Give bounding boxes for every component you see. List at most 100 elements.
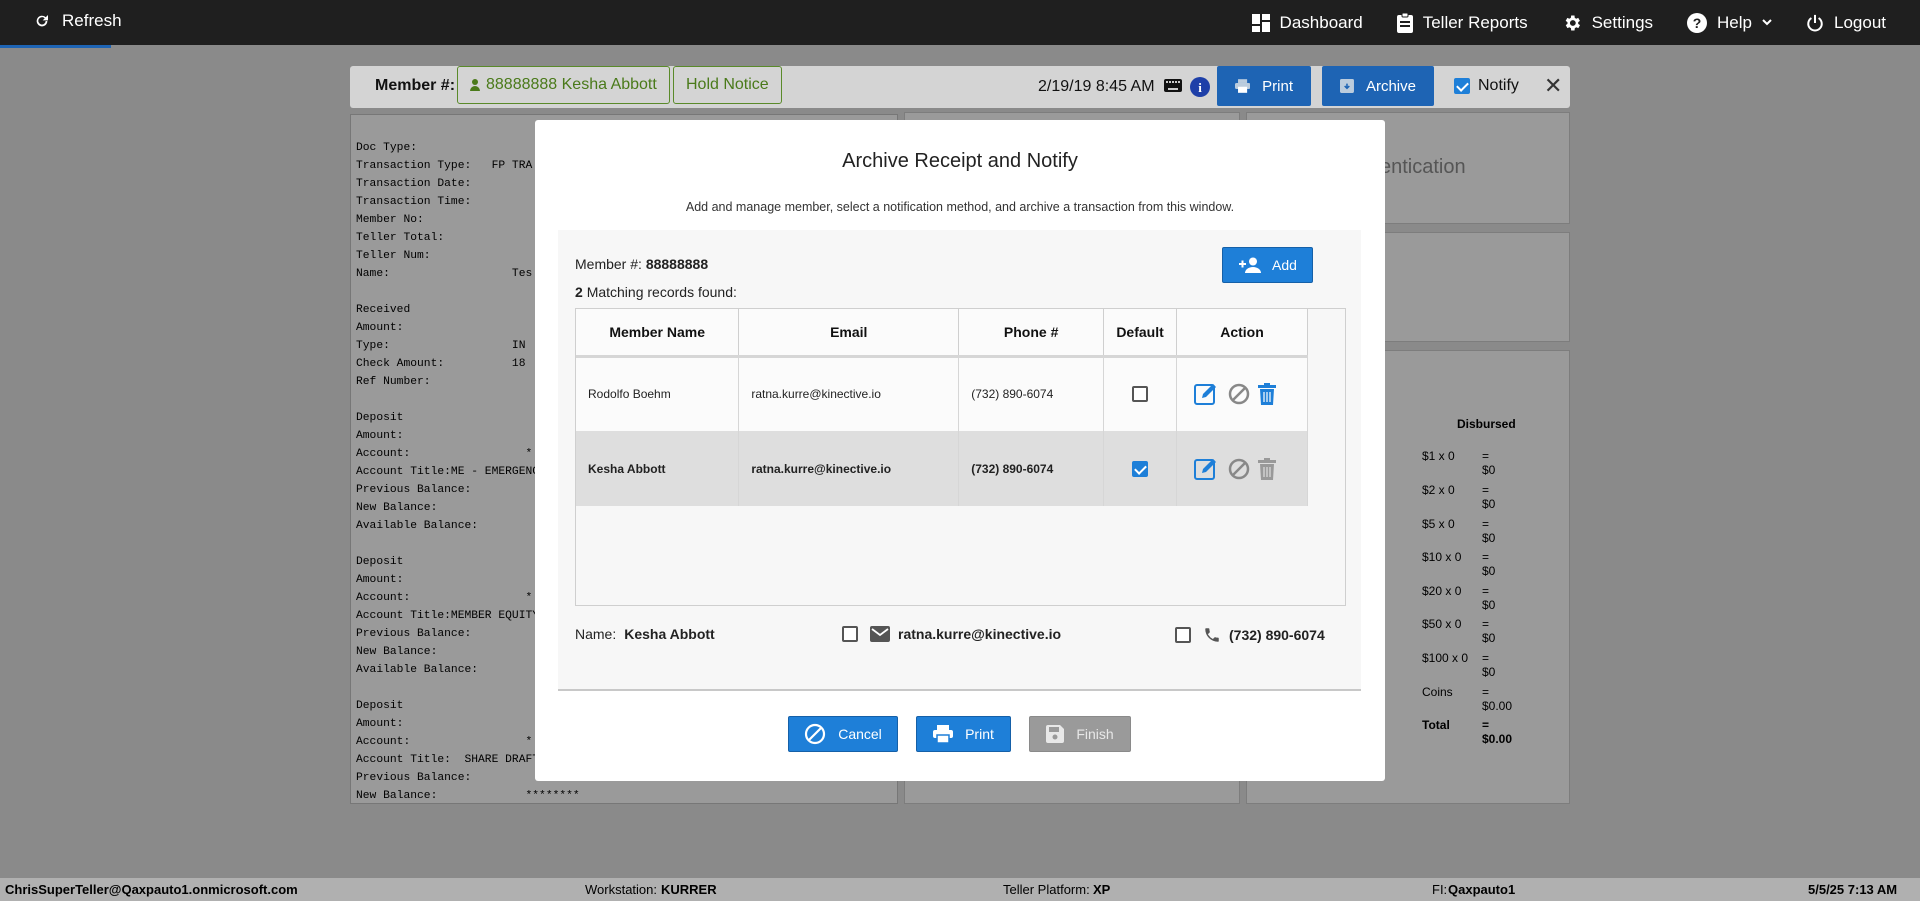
disbursed-title: Disbursed <box>1457 417 1516 431</box>
trash-icon[interactable] <box>1258 457 1277 480</box>
match-count: 2 <box>575 284 583 300</box>
selected-name-label: Name: <box>575 626 617 642</box>
printer-icon <box>933 725 954 743</box>
add-user-icon <box>1239 257 1262 273</box>
finish-label: Finish <box>1076 726 1114 742</box>
archive-notify-modal: Archive Receipt and Notify Add and manag… <box>535 120 1385 781</box>
disbursed-row: Coins = $0.00 <box>1422 685 1512 713</box>
disbursed-value: = $0 <box>1482 584 1496 612</box>
disbursed-value: = $0 <box>1482 483 1496 511</box>
selected-email-value: ratna.kurre@kinective.io <box>898 626 1062 642</box>
trash-icon[interactable] <box>1258 383 1277 406</box>
match-count-row: 2 Matching records found: <box>575 284 737 300</box>
row-phone: (732) 890-6074 <box>958 356 1105 431</box>
modal-print-button[interactable]: Print <box>916 716 1011 752</box>
default-checkbox[interactable] <box>1132 460 1149 477</box>
block-icon[interactable] <box>1228 458 1250 480</box>
toolbar-archive-button[interactable]: Archive <box>1322 66 1434 106</box>
block-icon[interactable] <box>1228 383 1250 405</box>
svg-text:i: i <box>1198 80 1202 95</box>
disbursed-label: $20 x 0 <box>1422 584 1462 598</box>
nav-logout[interactable]: Logout <box>1806 13 1886 33</box>
table-row[interactable]: Rodolfo Boehm ratna.kurre@kinective.io (… <box>576 356 1308 431</box>
disbursed-value: = $0 <box>1482 617 1496 645</box>
clipboard-icon <box>1396 12 1413 33</box>
table-row[interactable]: Kesha Abbott ratna.kurre@kinective.io (7… <box>576 431 1308 506</box>
member-number-value: 88888888 <box>645 256 709 272</box>
edit-icon[interactable] <box>1194 382 1220 406</box>
footer-datetime: 5/5/25 7:13 AM <box>1808 882 1898 897</box>
default-checkbox[interactable] <box>1132 386 1149 403</box>
disbursed-label: $10 x 0 <box>1422 550 1462 564</box>
cancel-icon <box>805 723 826 745</box>
svg-text:?: ? <box>1693 15 1702 31</box>
row-default-cell <box>1103 431 1178 506</box>
phone-notify-checkbox[interactable] <box>1175 627 1191 643</box>
printer-icon <box>1235 79 1251 93</box>
nav-help[interactable]: ? Help <box>1687 12 1772 33</box>
member-number-label: Member #: <box>575 256 642 272</box>
modal-print-label: Print <box>965 726 994 742</box>
col-action[interactable]: Action <box>1176 309 1308 358</box>
refresh-button[interactable]: Refresh <box>34 11 122 31</box>
email-notify-option: ratna.kurre@kinective.io <box>842 626 1061 642</box>
member-number-row: Member #: 88888888 <box>575 256 708 272</box>
mail-icon <box>870 626 890 642</box>
nav-dashboard-label: Dashboard <box>1279 12 1363 32</box>
footer-workstation: KURRER <box>661 882 717 897</box>
nav-dashboard[interactable]: Dashboard <box>1251 12 1363 33</box>
keyboard-icon[interactable] <box>1164 79 1182 92</box>
match-text: Matching records found: <box>586 284 737 300</box>
footer-fi-label: FI: <box>1432 882 1448 897</box>
email-notify-checkbox[interactable] <box>842 626 858 642</box>
cancel-button[interactable]: Cancel <box>788 716 898 752</box>
selected-name-value: Kesha Abbott <box>624 626 715 642</box>
col-phone[interactable]: Phone # <box>958 309 1105 358</box>
row-default-cell <box>1103 356 1178 431</box>
help-icon: ? <box>1687 12 1708 33</box>
power-icon <box>1807 14 1823 31</box>
disbursed-label: Coins <box>1422 685 1453 699</box>
status-footer: ChrisSuperTeller@Qaxpauto1.onmicrosoft.c… <box>0 878 1920 901</box>
toolbar-print-button[interactable]: Print <box>1217 66 1311 106</box>
chevron-down-icon <box>1762 18 1772 25</box>
notify-label: Notify <box>1478 77 1519 94</box>
col-member-name[interactable]: Member Name <box>576 309 740 358</box>
member-chip[interactable]: 88888888 Kesha Abbott <box>457 66 670 104</box>
notify-toggle[interactable]: Notify <box>1454 77 1519 95</box>
gear-icon <box>1565 15 1580 30</box>
nav-settings[interactable]: Settings <box>1562 13 1653 33</box>
finish-button[interactable]: Finish <box>1029 716 1131 752</box>
phone-notify-option: (732) 890-6074 <box>1175 626 1325 644</box>
disbursed-value: = $0.00 <box>1482 685 1513 713</box>
disbursed-value: = $0 <box>1482 449 1496 477</box>
close-icon[interactable]: ✕ <box>1544 73 1562 99</box>
row-member-name: Kesha Abbott <box>576 431 740 506</box>
disbursed-value: = $0.00 <box>1482 718 1513 746</box>
notify-checkbox[interactable] <box>1454 78 1470 94</box>
disbursed-label: $5 x 0 <box>1422 517 1455 531</box>
nav-teller-reports[interactable]: Teller Reports <box>1396 12 1528 33</box>
member-chip-label: 88888888 Kesha Abbott <box>486 76 657 93</box>
nav-settings-label: Settings <box>1591 12 1654 32</box>
modal-title: Archive Receipt and Notify <box>842 150 1078 172</box>
disbursed-value: = $0 <box>1482 550 1496 578</box>
hold-notice-button[interactable]: Hold Notice <box>673 66 782 104</box>
disbursed-label: $100 x 0 <box>1422 651 1469 665</box>
member-table-container: Member Name Email Phone # Default Action… <box>575 308 1346 606</box>
top-navigation-bar: Refresh Dashboard Teller Reports Setting… <box>0 0 1920 48</box>
col-default[interactable]: Default <box>1103 309 1178 358</box>
edit-icon[interactable] <box>1194 457 1220 481</box>
main-nav: Dashboard Teller Reports Settings ? Help… <box>1251 0 1920 45</box>
disbursed-row: $20 x 0 = $0 <box>1422 584 1495 612</box>
disbursed-value: = $0 <box>1482 651 1496 679</box>
member-label: Member #: <box>375 77 456 94</box>
row-phone: (732) 890-6074 <box>958 431 1105 506</box>
nav-help-label: Help <box>1717 12 1752 32</box>
disbursed-label: $50 x 0 <box>1422 617 1462 631</box>
info-icon[interactable]: i <box>1190 77 1210 97</box>
col-email[interactable]: Email <box>738 309 960 358</box>
nav-logout-label: Logout <box>1834 12 1886 32</box>
add-member-button[interactable]: Add <box>1222 247 1313 283</box>
table-header-row: Member Name Email Phone # Default Action <box>576 309 1308 358</box>
